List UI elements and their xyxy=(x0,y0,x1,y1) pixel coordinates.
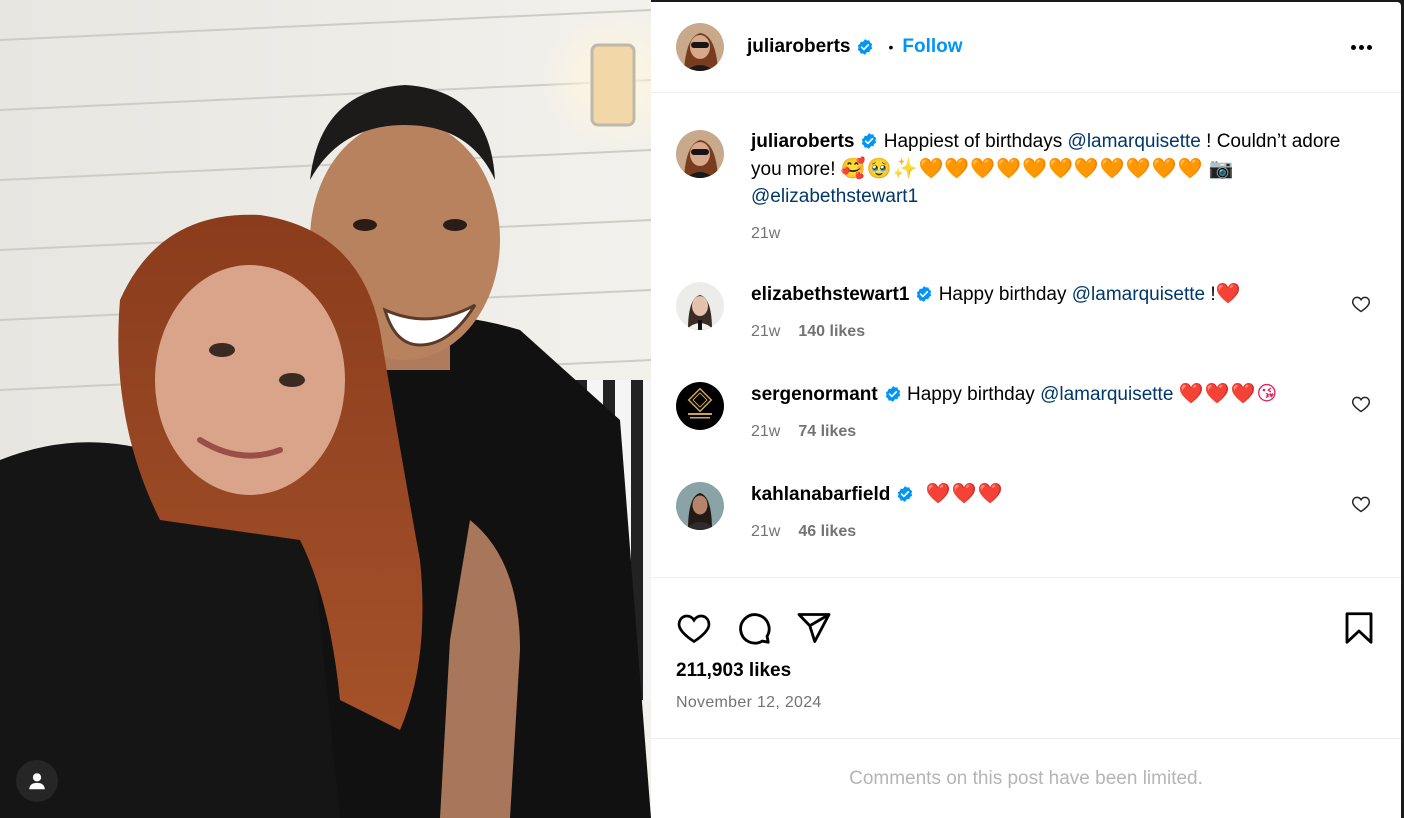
verified-badge-icon xyxy=(898,486,913,502)
user-tag-button[interactable] xyxy=(16,760,58,802)
caption-hearts: 🧡🧡🧡🧡🧡🧡🧡🧡🧡🧡🧡 xyxy=(918,156,1204,180)
separator-dot: • xyxy=(888,39,894,55)
author-avatar[interactable] xyxy=(676,23,724,71)
comment-emoji: ❤️ xyxy=(1215,281,1242,305)
comment-emoji: ❤️❤️❤️ xyxy=(925,481,1004,505)
comment-item: elizabethstewart1 Happy birthday @lamarq… xyxy=(676,281,1376,345)
comments-list: juliaroberts Happiest of birthdays @lama… xyxy=(651,94,1401,576)
comment-like-icon[interactable] xyxy=(1351,494,1371,514)
caption-emojis: 🥰🥹✨ xyxy=(840,156,919,180)
comment-meta: 21w 140 likes xyxy=(751,318,1376,345)
heart-icon xyxy=(677,614,711,644)
verified-badge-icon xyxy=(885,386,900,402)
caption-username[interactable]: juliaroberts xyxy=(751,131,854,152)
comment-meta: 21w 74 likes xyxy=(751,418,1376,445)
share-button[interactable] xyxy=(796,610,832,646)
post-actions-section: 211,903 likes November 12, 2024 xyxy=(651,577,1401,712)
comment-icon xyxy=(739,613,771,645)
comment-time[interactable]: 21w xyxy=(751,418,780,445)
verified-badge-icon xyxy=(917,286,932,302)
comment-mention[interactable]: @lamarquisette xyxy=(1040,384,1173,405)
author-avatar[interactable] xyxy=(676,130,724,178)
comment-button[interactable] xyxy=(736,610,772,646)
commenter-avatar[interactable] xyxy=(676,482,724,530)
comment-username[interactable]: sergenormant xyxy=(751,384,878,405)
post-photo[interactable] xyxy=(0,0,651,818)
comment-item: kahlanabarfield ❤️❤️❤️ 21w 46 likes xyxy=(676,481,1376,545)
comment-like-icon[interactable] xyxy=(1351,294,1371,314)
follow-button[interactable]: Follow xyxy=(902,36,962,58)
camera-emoji: 📷 xyxy=(1208,156,1235,180)
more-options-icon[interactable] xyxy=(1347,37,1376,58)
comment-like-icon[interactable] xyxy=(1351,394,1371,414)
like-button[interactable] xyxy=(676,610,712,646)
caption: juliaroberts Happiest of birthdays @lama… xyxy=(676,130,1376,247)
save-button[interactable] xyxy=(1341,610,1377,646)
comment-username[interactable]: kahlanabarfield xyxy=(751,484,890,505)
caption-text: Happiest of birthdays xyxy=(883,131,1068,152)
commenter-avatar[interactable] xyxy=(676,282,724,330)
comment-text: Happy birthday xyxy=(938,284,1072,305)
comment-likes[interactable]: 74 likes xyxy=(798,418,856,445)
comment-item: sergenormant Happy birthday @lamarquiset… xyxy=(676,381,1376,445)
user-tag-icon xyxy=(29,773,45,790)
caption-time[interactable]: 21w xyxy=(751,220,780,247)
post-date[interactable]: November 12, 2024 xyxy=(651,694,1401,712)
bookmark-icon xyxy=(1345,612,1373,644)
verified-badge-icon xyxy=(862,133,877,149)
comment-username[interactable]: elizabethstewart1 xyxy=(751,284,909,305)
post-detail-panel: juliaroberts • Follow juliaroberts Happi… xyxy=(651,2,1401,818)
comment-suffix: ! xyxy=(1205,284,1216,305)
comment-likes[interactable]: 140 likes xyxy=(798,318,865,345)
comment-text: Happy birthday xyxy=(906,384,1041,405)
comment-mention[interactable]: @lamarquisette xyxy=(1072,284,1205,305)
comment-likes[interactable]: 46 likes xyxy=(798,518,856,545)
caption-meta: 21w xyxy=(751,220,1376,247)
comments-limited-notice: Comments on this post have been limited. xyxy=(651,738,1401,818)
share-icon xyxy=(797,613,831,643)
caption-mention-2[interactable]: @elizabethstewart1 xyxy=(751,186,918,207)
verified-badge-icon xyxy=(858,39,873,55)
comment-meta: 21w 46 likes xyxy=(751,518,1376,545)
action-bar xyxy=(651,578,1401,656)
commenter-avatar[interactable] xyxy=(676,382,724,430)
caption-mention[interactable]: @lamarquisette xyxy=(1068,131,1201,152)
comment-time[interactable]: 21w xyxy=(751,518,780,545)
post-likes-count[interactable]: 211,903 likes xyxy=(651,660,1401,682)
post-header: juliaroberts • Follow xyxy=(651,2,1401,93)
comment-time[interactable]: 21w xyxy=(751,318,780,345)
photo-illustration xyxy=(0,0,651,818)
comment-emoji: ❤️❤️❤️😘 xyxy=(1178,381,1279,405)
author-username[interactable]: juliaroberts xyxy=(747,36,850,58)
